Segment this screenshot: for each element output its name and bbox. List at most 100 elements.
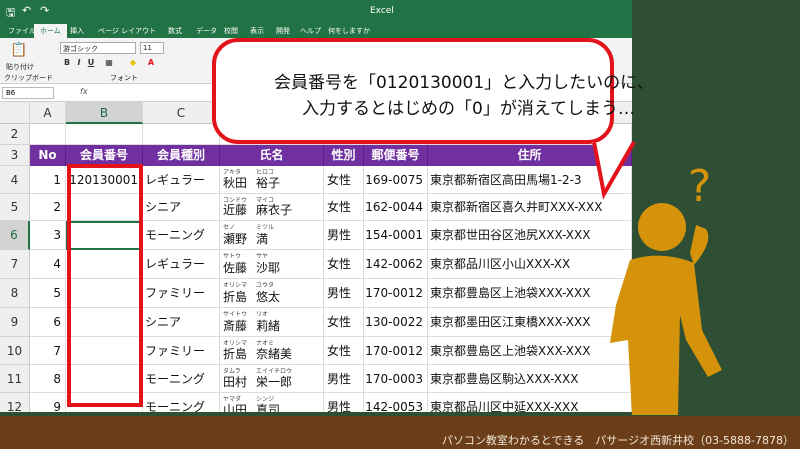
- fill-color-icon[interactable]: ◆: [128, 58, 138, 68]
- sex-cell[interactable]: 男性: [324, 365, 364, 393]
- table-header-cell[interactable]: 会員種別: [143, 145, 220, 166]
- no-cell[interactable]: 4: [30, 250, 66, 279]
- name-cell[interactable]: サトウ サヤ 佐藤 沙耶: [220, 250, 324, 279]
- address-cell[interactable]: 東京都品川区中延XXX-XXX: [428, 393, 632, 412]
- name-box[interactable]: B6: [2, 87, 54, 99]
- sex-cell[interactable]: 女性: [324, 166, 364, 194]
- paste-label[interactable]: 貼り付け: [6, 62, 34, 72]
- member-type-cell[interactable]: モーニング: [143, 393, 220, 412]
- empty-cell[interactable]: [143, 124, 220, 145]
- no-cell[interactable]: 5: [30, 279, 66, 308]
- zip-cell[interactable]: 130-0022: [364, 308, 428, 337]
- font-size-select[interactable]: 11: [140, 42, 164, 54]
- zip-cell[interactable]: 170-0012: [364, 279, 428, 308]
- no-cell[interactable]: 9: [30, 393, 66, 412]
- tell-me-box[interactable]: 何をしますか: [328, 26, 370, 36]
- row-header[interactable]: 10: [0, 337, 30, 365]
- zip-cell[interactable]: 142-0062: [364, 250, 428, 279]
- no-cell[interactable]: 7: [30, 337, 66, 365]
- address-cell[interactable]: 東京都豊島区上池袋XXX-XXX: [428, 279, 632, 308]
- name-cell[interactable]: タムラ エイイチロウ 田村 栄一郎: [220, 365, 324, 393]
- tab-home[interactable]: ホーム: [34, 24, 67, 38]
- border-icon[interactable]: ▦: [104, 58, 114, 68]
- column-header-a[interactable]: A: [30, 102, 66, 124]
- tab-page-layout[interactable]: ページ レイアウト: [98, 26, 156, 36]
- member-type-cell[interactable]: モーニング: [143, 365, 220, 393]
- member-type-cell[interactable]: シニア: [143, 194, 220, 221]
- row-header[interactable]: 6: [0, 221, 30, 250]
- zip-cell[interactable]: 154-0001: [364, 221, 428, 250]
- row-header[interactable]: 11: [0, 365, 30, 393]
- member-type-cell[interactable]: モーニング: [143, 221, 220, 250]
- table-header-cell[interactable]: 会員番号: [66, 145, 143, 166]
- sex-cell[interactable]: 男性: [324, 393, 364, 412]
- tab-data[interactable]: データ: [196, 26, 217, 36]
- column-header-b[interactable]: B: [66, 102, 143, 124]
- paste-icon[interactable]: 📋: [10, 42, 27, 58]
- tab-developer[interactable]: 開発: [276, 26, 290, 36]
- member-type-cell[interactable]: ファミリー: [143, 279, 220, 308]
- address-cell[interactable]: 東京都世田谷区池尻XXX-XXX: [428, 221, 632, 250]
- table-header-cell[interactable]: 郵便番号: [364, 145, 428, 166]
- address-cell[interactable]: 東京都品川区小山XXX-XX: [428, 250, 632, 279]
- sex-cell[interactable]: 女性: [324, 250, 364, 279]
- italic-button[interactable]: I: [74, 58, 84, 68]
- no-cell[interactable]: 6: [30, 308, 66, 337]
- tab-formulas[interactable]: 数式: [168, 26, 182, 36]
- sex-cell[interactable]: 女性: [324, 337, 364, 365]
- member-type-cell[interactable]: レギュラー: [143, 166, 220, 194]
- address-cell[interactable]: 東京都豊島区上池袋XXX-XXX: [428, 337, 632, 365]
- empty-cell[interactable]: [30, 124, 66, 145]
- member-type-cell[interactable]: シニア: [143, 308, 220, 337]
- zip-cell[interactable]: 170-0003: [364, 365, 428, 393]
- table-header-cell[interactable]: No: [30, 145, 66, 166]
- name-cell[interactable]: ヤマダ シンジ 山田 真司: [220, 393, 324, 412]
- sex-cell[interactable]: 女性: [324, 308, 364, 337]
- zip-cell[interactable]: 170-0012: [364, 337, 428, 365]
- row-header[interactable]: 12: [0, 393, 30, 412]
- select-all-corner[interactable]: [0, 102, 30, 124]
- row-header[interactable]: 3: [0, 145, 30, 166]
- empty-cell[interactable]: [66, 124, 143, 145]
- tab-view[interactable]: 表示: [250, 26, 264, 36]
- column-header-c[interactable]: C: [143, 102, 220, 124]
- no-cell[interactable]: 3: [30, 221, 66, 250]
- sex-cell[interactable]: 女性: [324, 194, 364, 221]
- name-cell[interactable]: オリシマ ユウタ 折島 悠太: [220, 279, 324, 308]
- redo-icon[interactable]: ↷: [40, 4, 49, 17]
- underline-button[interactable]: U: [86, 58, 96, 68]
- sex-cell[interactable]: 男性: [324, 221, 364, 250]
- name-cell[interactable]: オリシマ ナオミ 折島 奈緒美: [220, 337, 324, 365]
- font-color-icon[interactable]: A: [146, 58, 156, 68]
- zip-cell[interactable]: 142-0053: [364, 393, 428, 412]
- no-cell[interactable]: 2: [30, 194, 66, 221]
- row-header[interactable]: 8: [0, 279, 30, 308]
- table-header-cell[interactable]: 性別: [324, 145, 364, 166]
- undo-icon[interactable]: ↶: [22, 4, 31, 17]
- tab-insert[interactable]: 挿入: [70, 26, 84, 36]
- tab-file[interactable]: ファイル: [8, 26, 36, 36]
- name-cell[interactable]: サイトウ リオ 斎藤 莉緒: [220, 308, 324, 337]
- name-cell[interactable]: コンドウ マイコ 近藤 麻衣子: [220, 194, 324, 221]
- row-header[interactable]: 2: [0, 124, 30, 145]
- address-cell[interactable]: 東京都豊島区駒込XXX-XXX: [428, 365, 632, 393]
- sex-cell[interactable]: 男性: [324, 279, 364, 308]
- row-header[interactable]: 7: [0, 250, 30, 279]
- table-header-cell[interactable]: 氏名: [220, 145, 324, 166]
- name-cell[interactable]: アキタ ヒロコ 秋田 裕子: [220, 166, 324, 194]
- name-cell[interactable]: セノ ミツル 瀬野満: [220, 221, 324, 250]
- member-type-cell[interactable]: レギュラー: [143, 250, 220, 279]
- no-cell[interactable]: 8: [30, 365, 66, 393]
- font-name-select[interactable]: 游ゴシック: [60, 42, 136, 54]
- save-icon[interactable]: 🖫: [6, 4, 15, 23]
- fx-label[interactable]: fx: [80, 87, 88, 96]
- tab-help[interactable]: ヘルプ: [300, 26, 321, 36]
- zip-cell[interactable]: 162-0044: [364, 194, 428, 221]
- member-type-cell[interactable]: ファミリー: [143, 337, 220, 365]
- tab-review[interactable]: 校閲: [224, 26, 238, 36]
- bold-button[interactable]: B: [62, 58, 72, 68]
- no-cell[interactable]: 1: [30, 166, 66, 194]
- address-cell[interactable]: 東京都墨田区江東橋XXX-XXX: [428, 308, 632, 337]
- row-header[interactable]: 9: [0, 308, 30, 337]
- zip-cell[interactable]: 169-0075: [364, 166, 428, 194]
